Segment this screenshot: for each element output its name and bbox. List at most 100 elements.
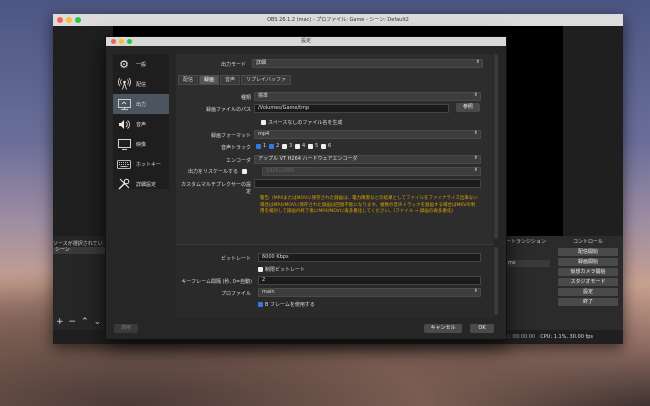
sidebar-item-label: 配信 — [136, 81, 147, 88]
rescale-output-checkbox[interactable]: 出力をリスケールする — [188, 168, 248, 175]
checkbox-box — [269, 143, 274, 149]
obs-window-title: OBS 26.1.2 (mac) - プロファイル: Game - シーン: D… — [267, 17, 409, 23]
sidebar-item-hotkeys[interactable]: ホットキー — [113, 154, 169, 174]
audio-track-5-checkbox[interactable]: 5 — [308, 143, 318, 149]
scene-list-item[interactable]: シーン — [53, 247, 107, 254]
type-label: 種類 — [240, 95, 251, 101]
scene-toolbar: + − ⌃ ⌄ — [56, 317, 101, 327]
down-icon[interactable]: ⌄ — [94, 317, 102, 327]
keyboard-icon — [116, 157, 132, 171]
settings-button[interactable]: 設定 — [558, 288, 618, 296]
ok-button[interactable]: OK — [470, 324, 494, 333]
custom-muxer-input[interactable] — [254, 179, 481, 188]
studio-mode-button[interactable]: スタジオモード — [558, 278, 618, 286]
audio-track-4-checkbox[interactable]: 4 — [295, 143, 305, 149]
bitrate-input[interactable]: 6000 Kbps — [258, 253, 481, 262]
bitrate-label: ビットレート — [220, 256, 251, 262]
minimize-dialog-button[interactable] — [119, 38, 124, 44]
checkbox-box — [261, 120, 266, 125]
tab-stream[interactable]: 配信 — [178, 75, 199, 85]
output-mode-select[interactable]: 詳細 — [252, 59, 483, 68]
settings-sidebar: ⚙ 一般 配信 出力 音声 映像 ホットキー 詳細設定 — [113, 54, 169, 190]
checkbox-box — [256, 143, 261, 149]
sidebar-item-label: 映像 — [136, 141, 147, 148]
tab-recording[interactable]: 録画 — [199, 75, 220, 85]
zoom-dialog-button[interactable] — [127, 38, 132, 44]
audio-track-number: 3 — [289, 143, 293, 149]
audio-track-number: 2 — [276, 143, 280, 149]
lower-scrollbar[interactable] — [494, 247, 498, 315]
rescale-output-label: 出力をリスケールする — [188, 169, 239, 175]
close-window-button[interactable] — [57, 17, 63, 23]
audio-track-number: 5 — [315, 143, 319, 149]
sidebar-item-stream[interactable]: 配信 — [113, 74, 169, 94]
type-select[interactable]: 標準 — [254, 92, 481, 101]
sidebar-item-video[interactable]: 映像 — [113, 134, 169, 154]
recording-format-label: 録画フォーマット — [210, 133, 251, 139]
obs-titlebar: OBS 26.1.2 (mac) - プロファイル: Game - シーン: D… — [53, 14, 623, 26]
browse-button[interactable]: 参照 — [456, 103, 480, 112]
checkbox-box — [258, 302, 263, 307]
recording-path-input[interactable]: /Volumes/Game/tmp — [254, 104, 449, 113]
close-dialog-button[interactable] — [111, 38, 116, 44]
transition-duration-field[interactable]: ms — [506, 260, 550, 267]
no-space-filename-checkbox[interactable]: スペースなしのファイル名を生成 — [261, 119, 342, 126]
output-settings-panel: 出力モード 詳細 配信 録画 音声 リプレイバッファ 種類 標準 録画ファイルの… — [176, 54, 493, 318]
sidebar-item-output[interactable]: 出力 — [113, 94, 169, 114]
checkbox-box — [321, 143, 326, 149]
monitor-icon — [116, 137, 132, 151]
window-controls — [57, 17, 81, 23]
dialog-window-controls — [111, 38, 132, 44]
audio-track-1-checkbox[interactable]: 1 — [256, 143, 266, 149]
up-icon[interactable]: ⌃ — [81, 317, 89, 327]
sidebar-item-label: 一般 — [136, 61, 147, 68]
audio-track-6-checkbox[interactable]: 6 — [321, 143, 331, 149]
tools-icon — [116, 177, 132, 191]
broadcast-icon — [116, 77, 132, 91]
apply-button[interactable]: 適用 — [114, 324, 138, 333]
upper-scrollbar[interactable] — [494, 54, 498, 239]
tab-audio[interactable]: 音声 — [220, 75, 241, 85]
add-icon[interactable]: + — [56, 317, 64, 327]
output-tabs: 配信 録画 音声 リプレイバッファ — [178, 75, 291, 85]
profile-select[interactable]: main — [258, 288, 481, 297]
checkbox-box — [282, 143, 287, 149]
recording-format-select[interactable]: mp4 — [254, 130, 481, 139]
settings-titlebar: 設定 — [106, 37, 506, 46]
output-icon — [116, 97, 132, 111]
limit-bitrate-checkbox[interactable]: 制限ビットレート — [258, 266, 305, 273]
controls-header: コントロール — [572, 239, 603, 245]
encoder-select[interactable]: アップル VT H264 ハードウェアエンコーダ — [254, 155, 481, 164]
zoom-window-button[interactable] — [75, 17, 81, 23]
minimize-window-button[interactable] — [66, 17, 72, 23]
exit-button[interactable]: 終了 — [558, 298, 618, 306]
sidebar-item-label: 出力 — [136, 101, 147, 108]
keyframe-interval-label: キーフレーム間隔 (秒, 0=自動) — [181, 279, 252, 285]
checkbox-box — [308, 143, 313, 149]
output-mode-label: 出力モード — [220, 62, 246, 68]
tab-replay-buffer[interactable]: リプレイバッファ — [241, 75, 291, 85]
start-recording-button[interactable]: 録画開始 — [558, 258, 618, 266]
limit-bitrate-label: 制限ビットレート — [265, 267, 306, 273]
start-streaming-button[interactable]: 配信開始 — [558, 248, 618, 256]
encoder-settings-panel: ビットレート 6000 Kbps 制限ビットレート キーフレーム間隔 (秒, 0… — [176, 244, 493, 318]
sidebar-item-general[interactable]: ⚙ 一般 — [113, 54, 169, 74]
keyframe-interval-input[interactable]: 2 — [258, 276, 481, 285]
gear-icon: ⚙ — [119, 57, 129, 71]
audio-track-2-checkbox[interactable]: 2 — [269, 143, 279, 149]
no-space-filename-label: スペースなしのファイル名を生成 — [268, 120, 343, 126]
start-virtual-camera-button[interactable]: 仮想カメラ開始 — [558, 268, 618, 276]
sidebar-item-advanced[interactable]: 詳細設定 — [113, 174, 169, 194]
sidebar-item-audio[interactable]: 音声 — [113, 114, 169, 134]
checkbox-box — [295, 143, 300, 149]
sidebar-item-label: 詳細設定 — [136, 181, 157, 188]
use-bframes-checkbox[interactable]: B フレームを使用する — [258, 301, 315, 308]
cancel-button[interactable]: キャンセル — [424, 324, 462, 333]
rescale-resolution-select[interactable]: 1920x1080 — [262, 167, 481, 176]
audio-track-label: 音声トラック — [220, 145, 251, 151]
audio-track-number: 6 — [328, 143, 332, 149]
settings-title: 設定 — [300, 38, 311, 44]
encoder-label: エンコーダ — [225, 158, 251, 164]
audio-track-3-checkbox[interactable]: 3 — [282, 143, 292, 149]
remove-icon[interactable]: − — [69, 317, 77, 327]
